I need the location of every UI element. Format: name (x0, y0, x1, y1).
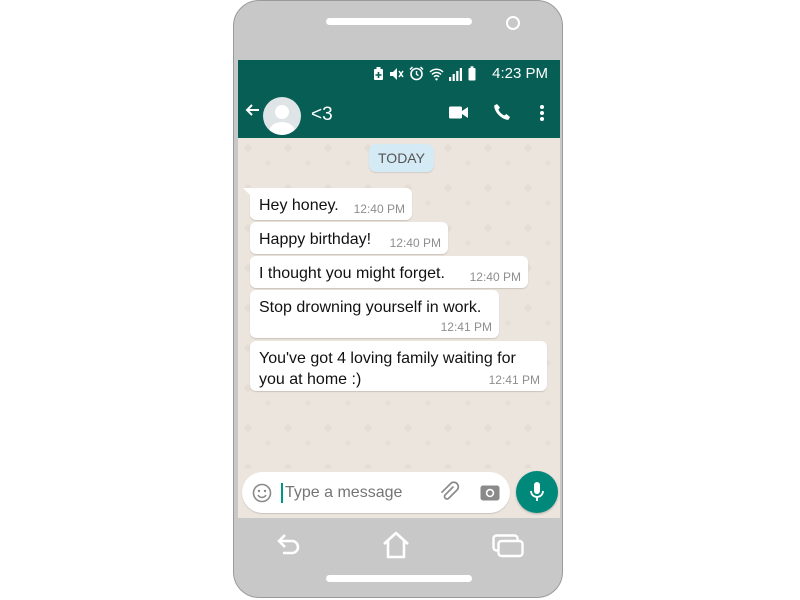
nav-home-icon (383, 531, 409, 559)
emoji-button[interactable] (252, 483, 272, 508)
message-time: 12:40 PM (469, 270, 521, 284)
nav-recents-button[interactable] (492, 534, 524, 563)
voice-message-button[interactable] (516, 471, 558, 513)
message-text: Hey honey. (259, 197, 339, 214)
phone-frame: 4:23 PM <3 TODAY Hey honey. 12:40 PM Hap… (233, 0, 563, 598)
camera-button[interactable] (480, 483, 500, 506)
phone-call-icon (494, 104, 510, 120)
back-arrow-icon (245, 104, 259, 116)
default-avatar-icon (269, 105, 295, 135)
phone-front-camera (506, 16, 520, 30)
mute-icon (390, 67, 404, 80)
video-call-button[interactable] (449, 106, 469, 124)
nav-back-icon (277, 534, 300, 555)
status-icons (373, 66, 476, 81)
mic-icon (530, 482, 544, 501)
contact-name[interactable]: <3 (311, 104, 333, 126)
message-composer (242, 472, 510, 513)
message-time: 12:41 PM (488, 373, 540, 387)
contact-avatar[interactable] (263, 97, 301, 135)
nav-back-button[interactable] (276, 531, 302, 562)
message-bubble[interactable]: Hey honey. 12:40 PM (243, 188, 412, 220)
phone-bottom-bar (326, 575, 472, 582)
status-bar: 4:23 PM (238, 60, 560, 88)
message-bubble[interactable]: You've got 4 loving family waiting for y… (250, 341, 547, 391)
video-call-icon (449, 106, 468, 119)
message-bubble[interactable]: Happy birthday! 12:40 PM (250, 222, 448, 254)
camera-icon (480, 485, 500, 501)
bubble-tail (243, 188, 253, 198)
message-time: 12:40 PM (353, 202, 405, 216)
message-text: Happy birthday! (259, 231, 372, 248)
date-divider: TODAY (369, 144, 434, 172)
battery-saver-icon (374, 66, 383, 80)
text-cursor (281, 483, 283, 503)
more-options-icon (540, 105, 544, 121)
more-options-button[interactable] (539, 104, 545, 127)
phone-speaker (326, 18, 472, 25)
message-input[interactable] (285, 484, 430, 502)
attach-button[interactable] (438, 481, 460, 508)
message-text: I thought you might forget. (259, 265, 445, 282)
signal-icon (449, 67, 462, 81)
alarm-icon (409, 66, 424, 81)
message-time: 12:40 PM (389, 236, 441, 250)
wifi-icon (429, 67, 444, 80)
message-time: 12:41 PM (440, 320, 492, 334)
message-bubble[interactable]: Stop drowning yourself in work. 12:41 PM (250, 290, 499, 338)
status-time: 4:23 PM (492, 65, 548, 82)
emoji-icon (252, 483, 272, 503)
back-button[interactable] (244, 102, 260, 123)
chat-header: <3 (238, 88, 560, 138)
chat-area[interactable]: TODAY Hey honey. 12:40 PM Happy birthday… (238, 138, 560, 468)
attach-icon (441, 481, 460, 500)
nav-home-button[interactable] (381, 530, 411, 565)
phone-screen: 4:23 PM <3 TODAY Hey honey. 12:40 PM Hap… (238, 60, 560, 518)
message-bubble[interactable]: I thought you might forget. 12:40 PM (250, 256, 528, 288)
nav-recents-icon (492, 534, 524, 558)
message-text: Stop drowning yourself in work. (259, 299, 482, 316)
battery-icon (468, 66, 476, 81)
voice-call-button[interactable] (493, 103, 511, 126)
